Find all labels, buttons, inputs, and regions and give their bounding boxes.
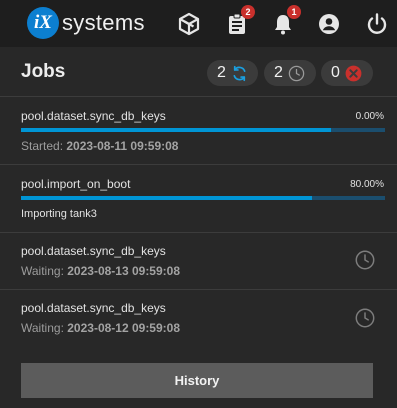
alerts-badge: 1 (287, 5, 301, 19)
job-2-progress-fill (21, 196, 312, 200)
job-1-progress-fill (21, 128, 331, 132)
clock-icon (287, 64, 306, 83)
job-3-waiting: Waiting: 2023-08-13 09:59:08 (21, 264, 180, 278)
divider (0, 96, 397, 97)
job-4-waiting: Waiting: 2023-08-12 09:59:08 (21, 321, 180, 335)
waiting-count: 2 (274, 64, 283, 81)
job-1-percent: 0.00% (355, 111, 384, 122)
job-1-progress-bar (21, 128, 385, 132)
clock-icon (354, 307, 376, 329)
job-1-started: Started: 2023-08-11 09:59:08 (21, 139, 178, 153)
logo-text: systems (62, 10, 145, 35)
truecommand-icon[interactable] (177, 12, 201, 36)
divider (0, 232, 397, 233)
account-circle-icon[interactable] (317, 12, 341, 36)
logo-mark: iX (27, 7, 59, 39)
job-4-time: 2023-08-12 09:59:08 (67, 321, 181, 335)
job-1-name: pool.dataset.sync_db_keys (21, 109, 166, 123)
jobs-title: Jobs (21, 61, 66, 82)
top-toolbar: iX systems 2 1 (0, 0, 397, 47)
divider (0, 164, 397, 165)
job-3-meta-label: Waiting: (21, 264, 64, 278)
failed-jobs-counter[interactable]: 0 (321, 60, 373, 86)
job-2-name: pool.import_on_boot (21, 177, 131, 191)
logo-mark-text: iX (34, 12, 52, 33)
job-3-time: 2023-08-13 09:59:08 (67, 264, 181, 278)
tasks-badge: 2 (241, 5, 255, 19)
clock-icon (354, 249, 376, 271)
job-4-name: pool.dataset.sync_db_keys (21, 301, 166, 315)
sync-icon (230, 64, 249, 83)
waiting-jobs-counter[interactable]: 2 (264, 60, 316, 86)
failed-count: 0 (331, 64, 340, 81)
running-count: 2 (217, 64, 226, 81)
job-3-name: pool.dataset.sync_db_keys (21, 244, 166, 258)
job-2-percent: 80.00% (350, 179, 384, 190)
divider (0, 289, 397, 290)
history-button[interactable]: History (21, 363, 373, 398)
cancel-icon (344, 64, 363, 83)
job-1-meta-label: Started: (21, 139, 64, 153)
job-2-description: Importing tank3 (21, 208, 97, 220)
power-icon[interactable] (365, 12, 389, 36)
ixsystems-logo[interactable]: iX systems (27, 7, 145, 39)
job-1-time: 2023-08-11 09:59:08 (66, 139, 179, 153)
job-4-meta-label: Waiting: (21, 321, 64, 335)
running-jobs-counter[interactable]: 2 (207, 60, 258, 86)
job-2-progress-bar (21, 196, 385, 200)
